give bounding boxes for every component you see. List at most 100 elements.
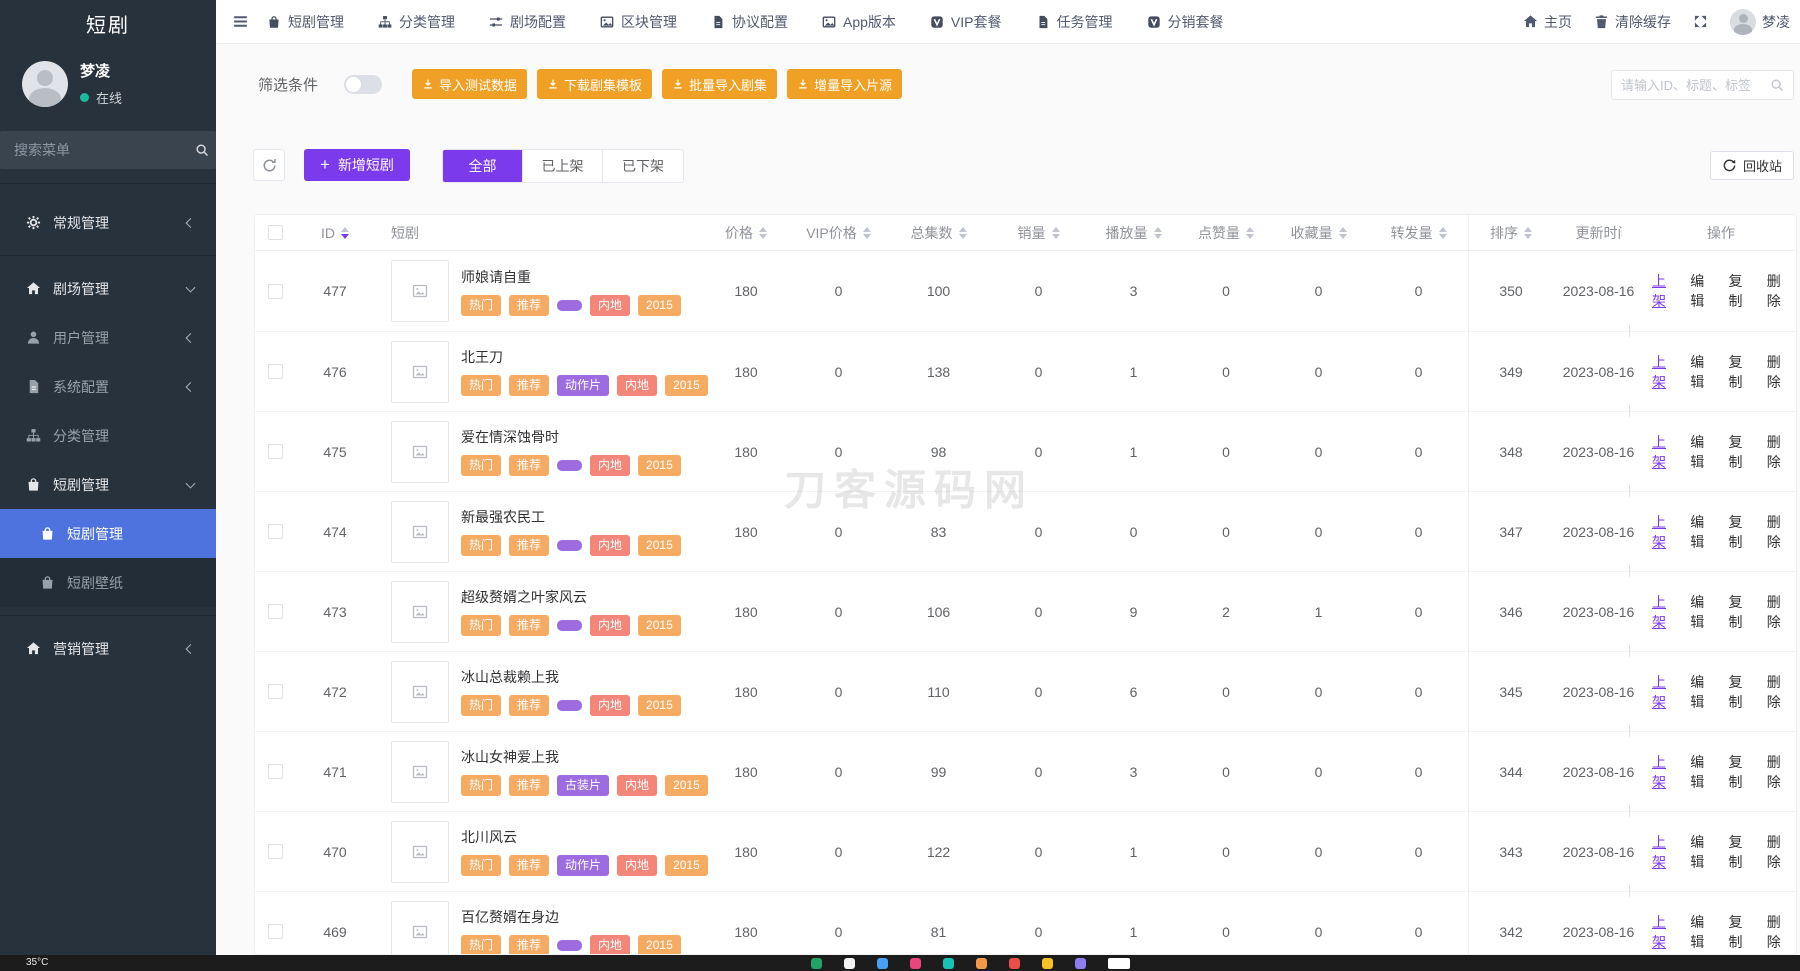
row-checkbox[interactable] (268, 764, 283, 779)
import-button-2[interactable]: 批量导入剧集 (662, 69, 777, 99)
edit-link[interactable]: 编辑 (1690, 752, 1713, 792)
delete-link[interactable]: 删除 (1767, 832, 1790, 872)
drama-thumbnail[interactable] (391, 821, 449, 883)
sidebar-item-5[interactable]: 短剧管理 (0, 460, 216, 509)
column-header-sort[interactable]: 排序 (1471, 223, 1551, 243)
delete-link[interactable]: 删除 (1767, 352, 1790, 392)
delete-link[interactable]: 删除 (1767, 512, 1790, 552)
delete-link[interactable]: 删除 (1767, 432, 1790, 472)
tab-1[interactable]: 已上架 (523, 150, 603, 182)
topnav-item-6[interactable]: VIP套餐 (930, 12, 1002, 32)
copy-link[interactable]: 复制 (1729, 672, 1752, 712)
sort-icon[interactable] (959, 227, 967, 239)
column-header-plays[interactable]: 播放量 (1086, 223, 1181, 243)
delete-link[interactable]: 删除 (1767, 592, 1790, 632)
row-checkbox[interactable] (268, 844, 283, 859)
drama-thumbnail[interactable] (391, 341, 449, 403)
topnav-item-8[interactable]: 分销套餐 (1147, 12, 1224, 32)
import-button-3[interactable]: 增量导入片源 (787, 69, 902, 99)
edit-link[interactable]: 编辑 (1690, 352, 1713, 392)
topnav-item-0[interactable]: 短剧管理 (267, 12, 344, 32)
sidebar-item-1[interactable]: 剧场管理 (0, 264, 216, 313)
sort-icon[interactable] (1524, 227, 1532, 239)
column-header-price[interactable]: 价格 (701, 223, 791, 243)
column-header-shares[interactable]: 转发量 (1366, 223, 1471, 243)
table-search-input[interactable] (1621, 78, 1770, 93)
publish-link[interactable]: 上架 (1652, 432, 1675, 472)
search-icon[interactable] (1770, 78, 1784, 92)
edit-link[interactable]: 编辑 (1690, 271, 1713, 311)
drama-thumbnail[interactable] (391, 741, 449, 803)
row-checkbox[interactable] (268, 924, 283, 939)
copy-link[interactable]: 复制 (1729, 271, 1752, 311)
menu-icon[interactable] (232, 13, 249, 30)
taskbar-app-icon[interactable] (910, 958, 921, 969)
edit-link[interactable]: 编辑 (1690, 912, 1713, 952)
taskbar-app-icon[interactable] (1009, 958, 1020, 969)
sidebar-item-4[interactable]: 分类管理 (0, 411, 216, 460)
menu-search-input[interactable] (14, 142, 195, 158)
column-header-likes[interactable]: 点赞量 (1181, 223, 1271, 243)
publish-link[interactable]: 上架 (1652, 832, 1675, 872)
publish-link[interactable]: 上架 (1652, 752, 1675, 792)
sidebar-item-2[interactable]: 用户管理 (0, 313, 216, 362)
column-header-vip_price[interactable]: VIP价格 (791, 223, 886, 243)
delete-link[interactable]: 删除 (1767, 672, 1790, 712)
taskbar-app-icon[interactable] (943, 958, 954, 969)
sort-icon[interactable] (863, 227, 871, 239)
row-checkbox[interactable] (268, 524, 283, 539)
taskbar-app-icon[interactable] (877, 958, 888, 969)
sidebar-item-8[interactable]: 营销管理 (0, 624, 216, 673)
column-header-sales[interactable]: 销量 (991, 223, 1086, 243)
drama-thumbnail[interactable] (391, 581, 449, 643)
copy-link[interactable]: 复制 (1729, 352, 1752, 392)
topnav-item-1[interactable]: 分类管理 (378, 12, 455, 32)
sidebar-item-6[interactable]: 短剧管理 (0, 509, 216, 558)
taskbar-app-icon[interactable] (1108, 958, 1130, 969)
delete-link[interactable]: 删除 (1767, 752, 1790, 792)
user-menu[interactable]: 梦凌 (1730, 9, 1790, 35)
fullscreen-icon[interactable] (1693, 14, 1708, 29)
sort-icon[interactable] (1246, 227, 1254, 239)
tab-2[interactable]: 已下架 (603, 150, 683, 182)
copy-link[interactable]: 复制 (1729, 832, 1752, 872)
edit-link[interactable]: 编辑 (1690, 832, 1713, 872)
taskbar-app-icon[interactable] (1042, 958, 1053, 969)
publish-link[interactable]: 上架 (1652, 592, 1675, 632)
drama-thumbnail[interactable] (391, 421, 449, 483)
topnav-item-2[interactable]: 剧场配置 (489, 12, 566, 32)
column-header-favorites[interactable]: 收藏量 (1271, 223, 1366, 243)
taskbar-app-icon[interactable] (811, 958, 822, 969)
sidebar-item-0[interactable]: 常规管理 (0, 198, 216, 247)
taskbar-app-icon[interactable] (976, 958, 987, 969)
sort-icon[interactable] (1439, 227, 1447, 239)
publish-link[interactable]: 上架 (1652, 512, 1675, 552)
filter-toggle[interactable] (344, 75, 382, 94)
drama-thumbnail[interactable] (391, 501, 449, 563)
taskbar-app-icon[interactable] (1075, 958, 1086, 969)
add-drama-button[interactable]: + 新增短剧 (304, 149, 410, 181)
copy-link[interactable]: 复制 (1729, 912, 1752, 952)
sidebar-item-7[interactable]: 短剧壁纸 (0, 558, 216, 607)
home-link[interactable]: 主页 (1523, 12, 1572, 32)
recycle-bin-button[interactable]: 回收站 (1710, 151, 1794, 180)
edit-link[interactable]: 编辑 (1690, 592, 1713, 632)
edit-link[interactable]: 编辑 (1690, 672, 1713, 712)
import-button-0[interactable]: 导入测试数据 (412, 69, 527, 99)
edit-link[interactable]: 编辑 (1690, 432, 1713, 472)
topnav-item-5[interactable]: App版本 (822, 12, 896, 32)
sort-icon[interactable] (1154, 227, 1162, 239)
sort-icon[interactable] (759, 227, 767, 239)
select-all-checkbox[interactable] (268, 225, 283, 240)
import-button-1[interactable]: 下载剧集模板 (537, 69, 652, 99)
sort-icon[interactable] (1339, 227, 1347, 239)
taskbar-app-icon[interactable] (844, 958, 855, 969)
drama-thumbnail[interactable] (391, 260, 449, 322)
copy-link[interactable]: 复制 (1729, 592, 1752, 632)
clear-cache-link[interactable]: 清除缓存 (1594, 12, 1671, 32)
delete-link[interactable]: 删除 (1767, 912, 1790, 952)
row-checkbox[interactable] (268, 364, 283, 379)
edit-link[interactable]: 编辑 (1690, 512, 1713, 552)
drama-thumbnail[interactable] (391, 901, 449, 956)
row-checkbox[interactable] (268, 684, 283, 699)
